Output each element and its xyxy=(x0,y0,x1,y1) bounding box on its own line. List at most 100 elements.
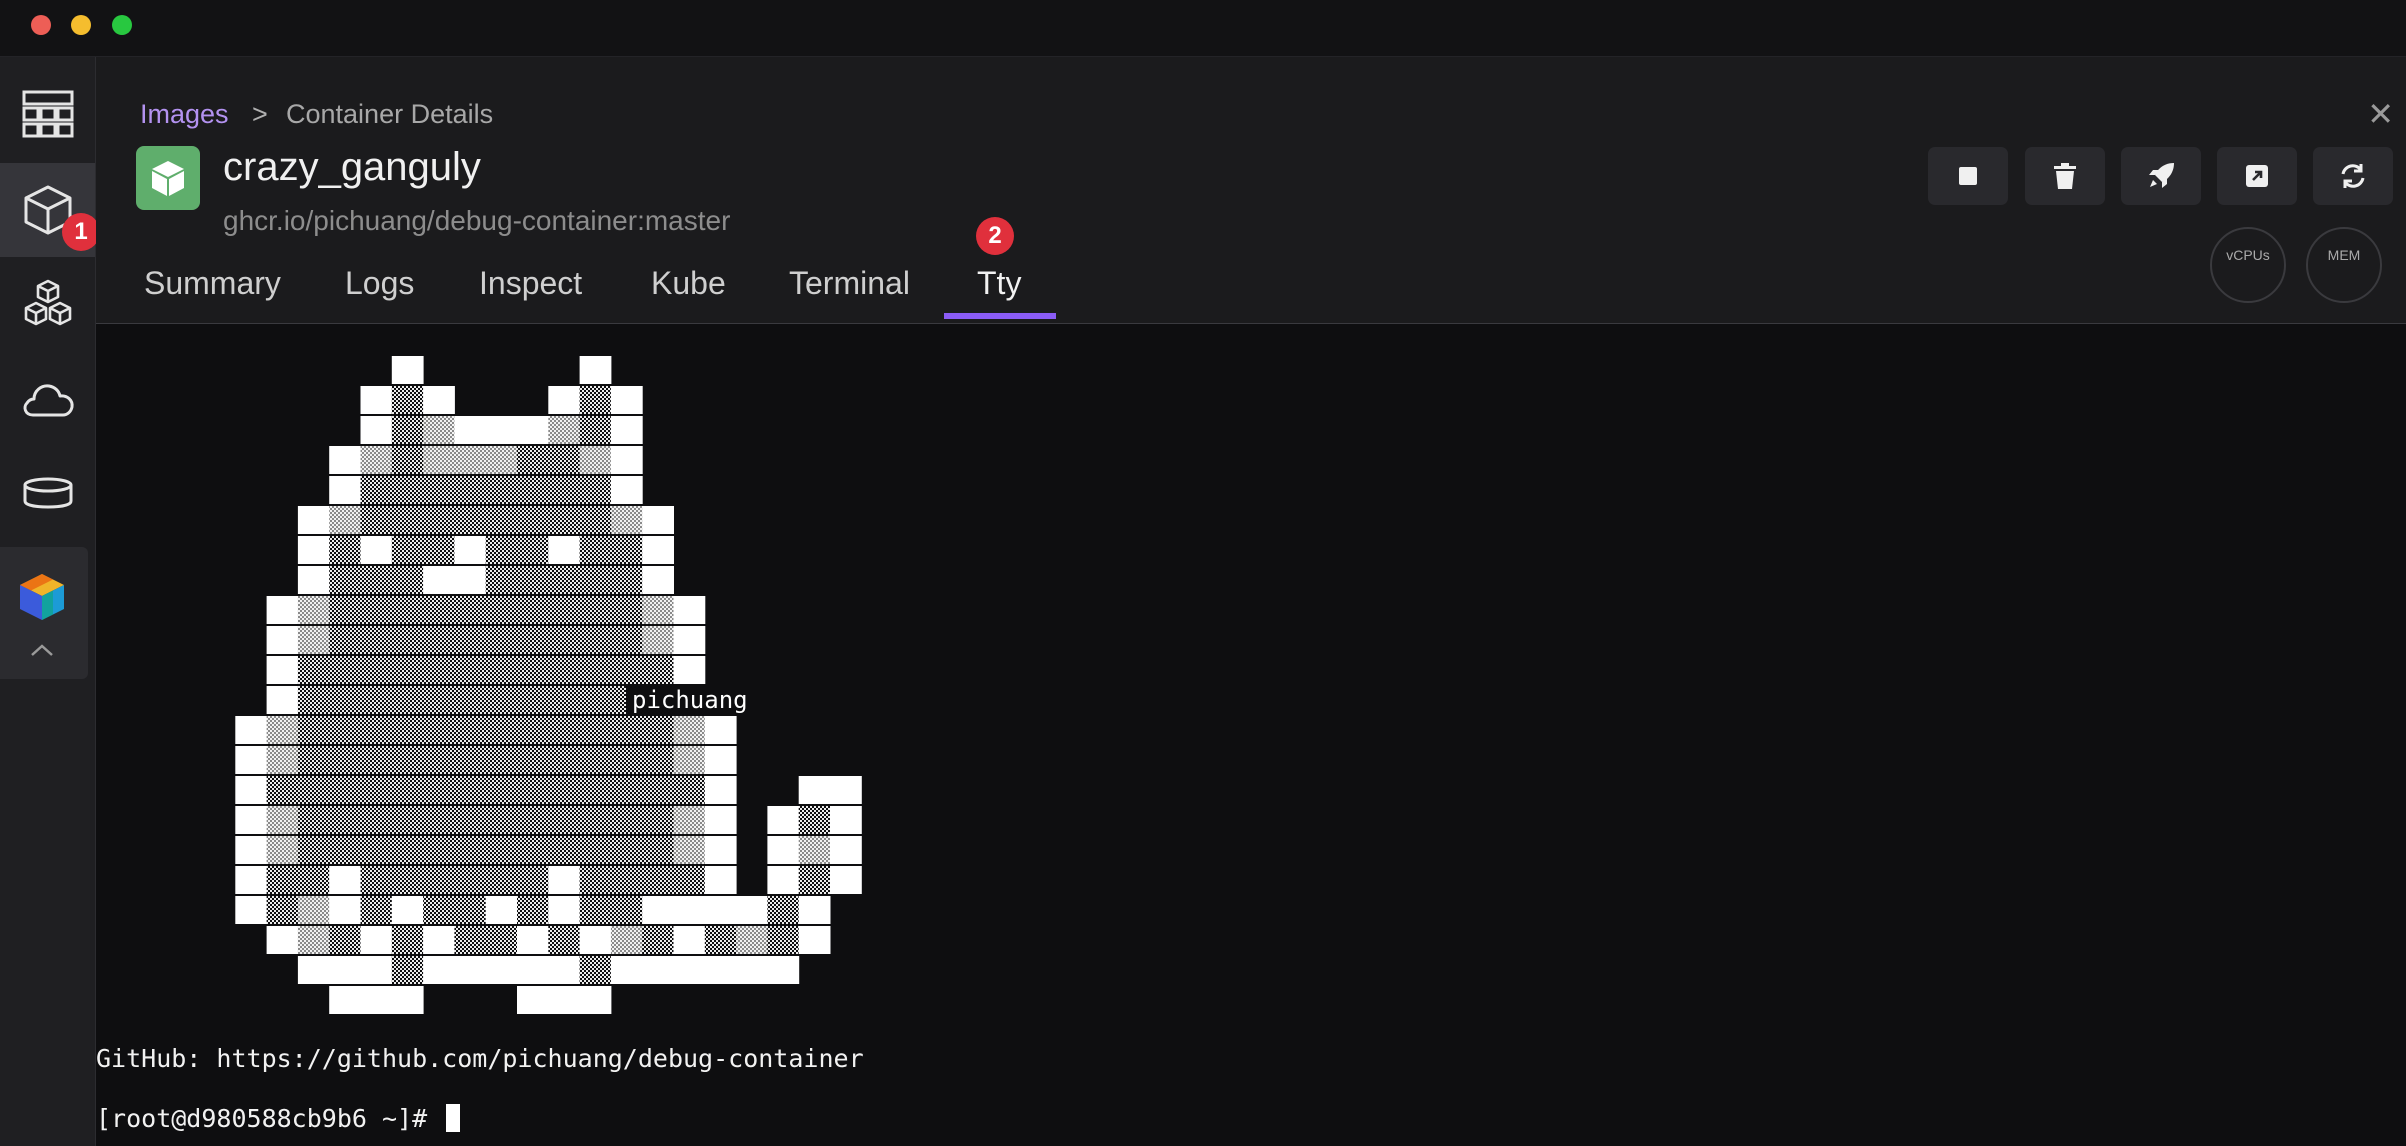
breadcrumb-separator: > xyxy=(252,99,268,129)
ascii-art-cell xyxy=(423,716,455,744)
ascii-art-cell xyxy=(454,776,487,804)
container-image: ghcr.io/pichuang/debug-container:master xyxy=(223,205,731,236)
tab-inspect[interactable]: Inspect xyxy=(479,265,582,302)
ascii-art-cell xyxy=(297,566,330,594)
ascii-art-cell xyxy=(579,956,612,984)
ascii-art-cell xyxy=(329,896,361,924)
ascii-art-cell xyxy=(360,476,393,504)
ascii-art-cell xyxy=(454,536,487,564)
ascii-art-cell xyxy=(266,866,299,894)
cloud-icon xyxy=(23,384,74,417)
ascii-art-cell xyxy=(548,476,581,504)
ascii-art-cell xyxy=(360,866,393,894)
ascii-art-cell xyxy=(767,956,800,984)
ascii-art-cell xyxy=(454,566,487,594)
ascii-art-cell xyxy=(610,506,643,534)
ascii-art-cell xyxy=(235,896,268,924)
ascii-art-cell xyxy=(423,896,455,924)
close-window-button[interactable] xyxy=(31,15,51,35)
sidebar-item-volumes[interactable] xyxy=(0,446,95,540)
ascii-art-cell xyxy=(329,476,361,504)
ascii-art-cell xyxy=(642,656,674,684)
ascii-art-cell xyxy=(579,596,612,624)
open-in-browser-button[interactable] xyxy=(2217,147,2297,205)
title-bar xyxy=(0,0,2406,57)
ascii-art-cell xyxy=(423,836,455,864)
ascii-art-cell xyxy=(360,596,393,624)
ascii-art-cell xyxy=(423,956,455,984)
ascii-art-cell xyxy=(391,386,424,414)
ascii-art-cell xyxy=(548,836,581,864)
ascii-art-cell xyxy=(329,536,361,564)
ascii-art-cell xyxy=(485,686,518,714)
ascii-art-cell xyxy=(642,596,674,624)
ascii-art-cell xyxy=(579,806,612,834)
sidebar-item-dashboard[interactable] xyxy=(0,68,95,162)
ascii-art-cell xyxy=(360,416,393,444)
tab-summary[interactable]: Summary xyxy=(144,265,281,302)
ascii-art-cell xyxy=(266,896,299,924)
ascii-art-cell xyxy=(579,476,612,504)
delete-button[interactable] xyxy=(2025,147,2105,205)
ascii-art-cell xyxy=(423,476,455,504)
ascii-art-cell xyxy=(767,926,800,954)
ascii-art-cell xyxy=(517,716,549,744)
ascii-art-cell xyxy=(329,866,361,894)
shell-prompt: [root@d980588cb9b6 ~]# xyxy=(96,1104,443,1133)
extension-item[interactable] xyxy=(16,571,68,628)
close-icon[interactable]: ✕ xyxy=(2367,95,2394,133)
tab-kube[interactable]: Kube xyxy=(651,265,726,302)
ascii-art-cell xyxy=(454,416,487,444)
container-name: crazy_ganguly xyxy=(223,145,481,189)
sidebar-item-pods[interactable] xyxy=(0,257,95,351)
ascii-art-cell xyxy=(673,896,706,924)
ascii-art-cell xyxy=(830,866,862,894)
tab-terminal[interactable]: Terminal xyxy=(789,265,910,302)
ascii-art-cell xyxy=(548,716,581,744)
ascii-art-cell xyxy=(391,536,424,564)
ascii-art-cell xyxy=(642,836,674,864)
ascii-art-cell xyxy=(517,656,549,684)
stop-button[interactable] xyxy=(1928,147,2008,205)
ascii-art-cell xyxy=(517,956,549,984)
maximize-window-button[interactable] xyxy=(112,15,132,35)
ascii-art-cell xyxy=(642,536,674,564)
ascii-art-cell xyxy=(485,626,518,654)
ascii-art-cell xyxy=(548,416,581,444)
ascii-art-cell xyxy=(485,506,518,534)
ascii-art-cell xyxy=(423,656,455,684)
ascii-art-cell xyxy=(391,506,424,534)
ascii-art-cell xyxy=(798,776,831,804)
ascii-art-cell xyxy=(360,836,393,864)
restart-button[interactable] xyxy=(2313,147,2393,205)
minimize-window-button[interactable] xyxy=(71,15,91,35)
collapse-extensions-button[interactable] xyxy=(30,643,54,662)
deploy-to-kubernetes-button[interactable] xyxy=(2121,147,2201,205)
ascii-art-cell xyxy=(485,896,518,924)
ascii-art-cell xyxy=(485,536,518,564)
ascii-art-cell xyxy=(830,836,862,864)
ascii-art-cell xyxy=(579,416,612,444)
ascii-art-cell xyxy=(360,716,393,744)
ascii-art-cell xyxy=(673,716,706,744)
ascii-art-cell xyxy=(610,746,643,774)
ascii-art-cell xyxy=(673,926,706,954)
cpu-usage-gauge: vCPUs xyxy=(2210,227,2286,303)
sidebar-item-cloud[interactable] xyxy=(0,352,95,446)
ascii-art-cell xyxy=(235,746,268,774)
ascii-art-cell xyxy=(391,596,424,624)
ascii-art-cell xyxy=(423,446,455,474)
ascii-art-cell xyxy=(329,656,361,684)
tab-tty[interactable]: Tty xyxy=(977,265,1021,302)
tty-terminal[interactable]: pichuang GitHub: https://github.com/pich… xyxy=(96,324,2406,1146)
ascii-art-cell xyxy=(704,866,737,894)
ascii-art-cell xyxy=(548,506,581,534)
ascii-art-cell xyxy=(673,626,706,654)
ascii-art-cell xyxy=(266,776,299,804)
annotation-badge-1: 1 xyxy=(62,213,100,251)
sidebar: 1 xyxy=(0,57,100,1146)
ascii-art-cell xyxy=(329,686,361,714)
tab-logs[interactable]: Logs xyxy=(345,265,414,302)
breadcrumb-images-link[interactable]: Images xyxy=(140,99,229,130)
ascii-art-cell xyxy=(329,776,361,804)
